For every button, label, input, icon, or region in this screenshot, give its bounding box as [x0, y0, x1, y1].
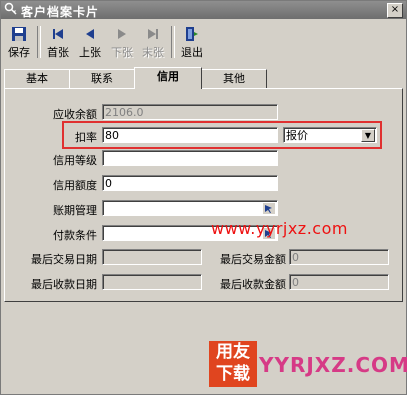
first-record-button[interactable]: 首张: [43, 24, 73, 60]
close-button[interactable]: ×: [387, 3, 403, 18]
window-title: 客户档案卡片: [21, 5, 100, 19]
last-trade-date-label: 最后交易日期: [31, 253, 97, 266]
watermark-url: www.yyrjxz.com: [211, 219, 348, 238]
previous-record-icon: [86, 29, 94, 39]
toolbar-separator: [37, 26, 41, 58]
customer-record-window: 客户档案卡片 × 保存 首张 上张 下张 末张 退出 基本 联系 信用 其他 应…: [0, 0, 407, 395]
last-label: 末张: [142, 46, 164, 59]
last-trade-amount-field: 0: [289, 249, 389, 265]
tab-contact[interactable]: 联系: [69, 69, 135, 88]
last-receipt-date-label: 最后收款日期: [31, 278, 97, 291]
last-record-icon: [148, 29, 158, 39]
chevron-down-icon[interactable]: ▼: [361, 129, 375, 142]
exit-door-icon: [186, 27, 198, 41]
tab-strip: 基本 联系 信用 其他: [1, 67, 406, 89]
exit-button[interactable]: 退出: [177, 24, 207, 60]
tab-other[interactable]: 其他: [201, 69, 267, 88]
discount-rate-input[interactable]: 80: [102, 127, 278, 143]
credit-limit-input[interactable]: 0: [102, 175, 278, 191]
watermark-logo-text: YYRJXZ.COM: [259, 353, 407, 377]
tab-basic[interactable]: 基本: [4, 69, 70, 88]
credit-grade-label: 信用等级: [53, 154, 97, 167]
next-record-button[interactable]: 下张: [107, 24, 137, 60]
floppy-disk-icon: [12, 27, 26, 41]
payment-condition-label: 付款条件: [53, 229, 97, 242]
price-type-value: 报价: [286, 129, 308, 142]
last-receipt-amount-field: 0: [289, 274, 389, 290]
last-receipt-amount-label: 最后收款金额: [220, 278, 286, 291]
credit-grade-input[interactable]: [102, 150, 278, 166]
last-trade-date-field: [102, 249, 202, 265]
key-icon: [4, 2, 17, 15]
previous-record-button[interactable]: 上张: [75, 24, 105, 60]
first-label: 首张: [47, 46, 69, 59]
watermark-logo: 用友 下载: [209, 341, 257, 387]
title-bar: 客户档案卡片 ×: [1, 1, 406, 19]
discount-rate-label: 扣率: [75, 131, 97, 144]
credit-limit-label: 信用额度: [53, 179, 97, 192]
receivable-balance-label: 应收余额: [53, 108, 97, 121]
toolbar-separator: [171, 26, 175, 58]
price-type-select[interactable]: 报价 ▼: [283, 127, 377, 143]
watermark-logo-line1: 用友: [216, 342, 250, 362]
next-label: 下张: [111, 46, 133, 59]
reference-lookup-icon[interactable]: [263, 203, 275, 214]
receivable-balance-field: 2106.0: [102, 104, 278, 120]
previous-label: 上张: [79, 46, 101, 59]
exit-label: 退出: [181, 46, 203, 59]
tab-credit[interactable]: 信用: [134, 67, 202, 89]
payment-term-label: 账期管理: [53, 204, 97, 217]
first-record-icon: [53, 29, 63, 39]
last-receipt-date-field: [102, 274, 202, 290]
save-button[interactable]: 保存: [4, 24, 34, 60]
last-record-button[interactable]: 末张: [138, 24, 168, 60]
save-label: 保存: [8, 46, 30, 59]
payment-term-input[interactable]: [102, 200, 278, 216]
watermark-logo-line2: 下载: [216, 364, 250, 384]
next-record-icon: [118, 29, 126, 39]
last-trade-amount-label: 最后交易金额: [220, 253, 286, 266]
toolbar: 保存 首张 上张 下张 末张 退出: [1, 20, 406, 62]
